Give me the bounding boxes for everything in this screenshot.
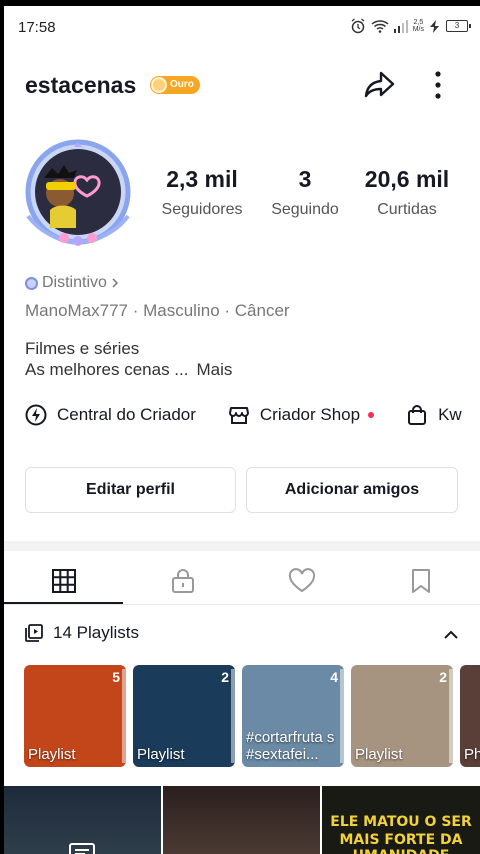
- creator-center-link[interactable]: Central do Criador: [25, 404, 196, 426]
- shop-icon: [228, 407, 249, 424]
- kw-label: Kw: [438, 405, 462, 424]
- followers-count: 2,3 mil: [166, 166, 238, 192]
- status-time: 17:58: [18, 19, 56, 36]
- distintivo-icon: [25, 276, 38, 290]
- creator-shop-label: Criador Shop: [259, 405, 361, 424]
- playlist-card[interactable]: 5 Playlist: [24, 665, 126, 767]
- distintivo-label: Distintivo: [42, 274, 107, 291]
- tabs-border: [4, 604, 480, 605]
- likes-label: Curtidas: [377, 201, 437, 218]
- playlist-title: Playlist: [28, 746, 76, 763]
- distintivo-link[interactable]: Distintivo: [25, 274, 119, 292]
- tab-private[interactable]: [123, 558, 242, 604]
- more-vertical-icon: [435, 71, 441, 99]
- stack-edge: [122, 669, 126, 763]
- profile-header: estacenas Ouro: [4, 62, 480, 106]
- playlist-card[interactable]: 2 Playlist: [133, 665, 235, 767]
- tab-videos[interactable]: [4, 558, 123, 604]
- playlist-item-count: 2: [221, 669, 229, 685]
- net-speed: 2,5 M/s: [412, 19, 424, 33]
- edit-profile-button[interactable]: Editar perfil: [25, 467, 236, 513]
- status-bar: 17:58 2,5 M/s 3: [4, 6, 480, 48]
- section-divider: [4, 541, 480, 551]
- tab-favorites[interactable]: [361, 558, 480, 604]
- wifi-icon: [371, 20, 389, 33]
- video-thumbnail[interactable]: ELE MATOU O SER MAIS FORTE DA UMANIDADE: [322, 786, 480, 854]
- add-friends-button[interactable]: Adicionar amigos: [246, 467, 458, 513]
- following-count: 3: [298, 166, 312, 192]
- profile-meta: ManoMax777 · Masculino · Câncer: [25, 301, 290, 320]
- stack-edge: [340, 669, 344, 763]
- following-label: Seguindo: [271, 201, 339, 218]
- playlist-item-count: 4: [330, 669, 338, 685]
- notification-dot: [368, 412, 375, 418]
- playlist-carousel: 5 Playlist 2 Playlist 4 #cortarfruta s #…: [24, 665, 480, 769]
- playlist-title: Ph: [464, 746, 480, 763]
- video-thumbnail[interactable]: [163, 786, 320, 854]
- kw-link[interactable]: Kw: [406, 404, 462, 426]
- profile-avatar[interactable]: [22, 138, 134, 250]
- video-grid: ELE MATOU O SER MAIS FORTE DA UMANIDADE: [4, 786, 480, 854]
- status-icons: 2,5 M/s 3: [350, 18, 471, 34]
- profile-screen: 17:58 2,5 M/s 3 estacenas Ouro 2,3 mil S…: [4, 6, 480, 854]
- chevron-right-icon: [112, 278, 118, 288]
- video-overlay-text: ELE MATOU O SER: [330, 814, 472, 830]
- playlist-card[interactable]: Ph: [460, 665, 480, 767]
- playlist-icon: [25, 624, 43, 642]
- playlists-header[interactable]: 14 Playlists: [25, 623, 139, 643]
- alarm-icon: [351, 18, 365, 34]
- avatar-image: [25, 139, 131, 246]
- bio-line-2: As melhores cenas ... Mais: [25, 360, 232, 380]
- followers-stat[interactable]: 2,3 mil Seguidores: [155, 166, 249, 219]
- caption-icon: [69, 843, 95, 854]
- likes-stat[interactable]: 20,6 mil Curtidas: [356, 166, 458, 219]
- followers-label: Seguidores: [161, 201, 243, 218]
- creator-shop-link[interactable]: Criador Shop: [228, 404, 375, 426]
- bio-text: As melhores cenas ...: [25, 360, 189, 379]
- video-thumbnail[interactable]: [4, 786, 161, 854]
- playlist-card[interactable]: 2 Playlist: [351, 665, 453, 767]
- lightning-circle-icon: [25, 404, 47, 426]
- grid-icon: [51, 569, 76, 593]
- bookmark-icon: [411, 569, 430, 593]
- chevron-up-icon: [444, 630, 458, 639]
- charging-icon: [430, 19, 439, 33]
- stack-edge: [449, 669, 453, 763]
- more-options-button[interactable]: [424, 68, 452, 102]
- tab-liked[interactable]: [242, 558, 361, 604]
- playlist-item-count: 2: [439, 669, 447, 685]
- bag-icon: [408, 405, 427, 425]
- medal-icon: [151, 77, 167, 93]
- playlist-card[interactable]: 4 #cortarfruta s #sextafei...: [242, 665, 344, 767]
- likes-count: 20,6 mil: [364, 166, 450, 192]
- playlist-item-count: 5: [112, 669, 120, 685]
- creator-links-row: Central do Criador Criador Shop Kw: [25, 404, 480, 426]
- playlist-title: Playlist: [137, 746, 185, 763]
- playlist-title: Playlist: [355, 746, 403, 763]
- signal-icon: [393, 19, 408, 33]
- bio-more-link[interactable]: Mais: [196, 360, 232, 379]
- playlists-count-label: 14 Playlists: [53, 623, 139, 642]
- bio-line-1: Filmes e séries: [25, 339, 140, 358]
- heart-icon: [288, 568, 315, 593]
- stack-edge: [231, 669, 235, 763]
- username: estacenas: [25, 72, 137, 98]
- collapse-playlists-button[interactable]: [440, 624, 462, 646]
- lock-icon: [171, 569, 194, 593]
- following-stat[interactable]: 3 Seguindo: [262, 166, 348, 219]
- content-tabs: [4, 558, 480, 604]
- battery-indicator: 3: [446, 20, 471, 32]
- share-profile-button[interactable]: [362, 68, 396, 102]
- playlist-title: #cortarfruta s #sextafei...: [246, 729, 335, 763]
- video-overlay-text: MAIS FORTE DA UMANIDADE: [339, 832, 463, 854]
- creator-center-label: Central do Criador: [57, 405, 196, 424]
- gold-badge[interactable]: Ouro: [150, 76, 200, 94]
- share-arrow-icon: [364, 71, 395, 98]
